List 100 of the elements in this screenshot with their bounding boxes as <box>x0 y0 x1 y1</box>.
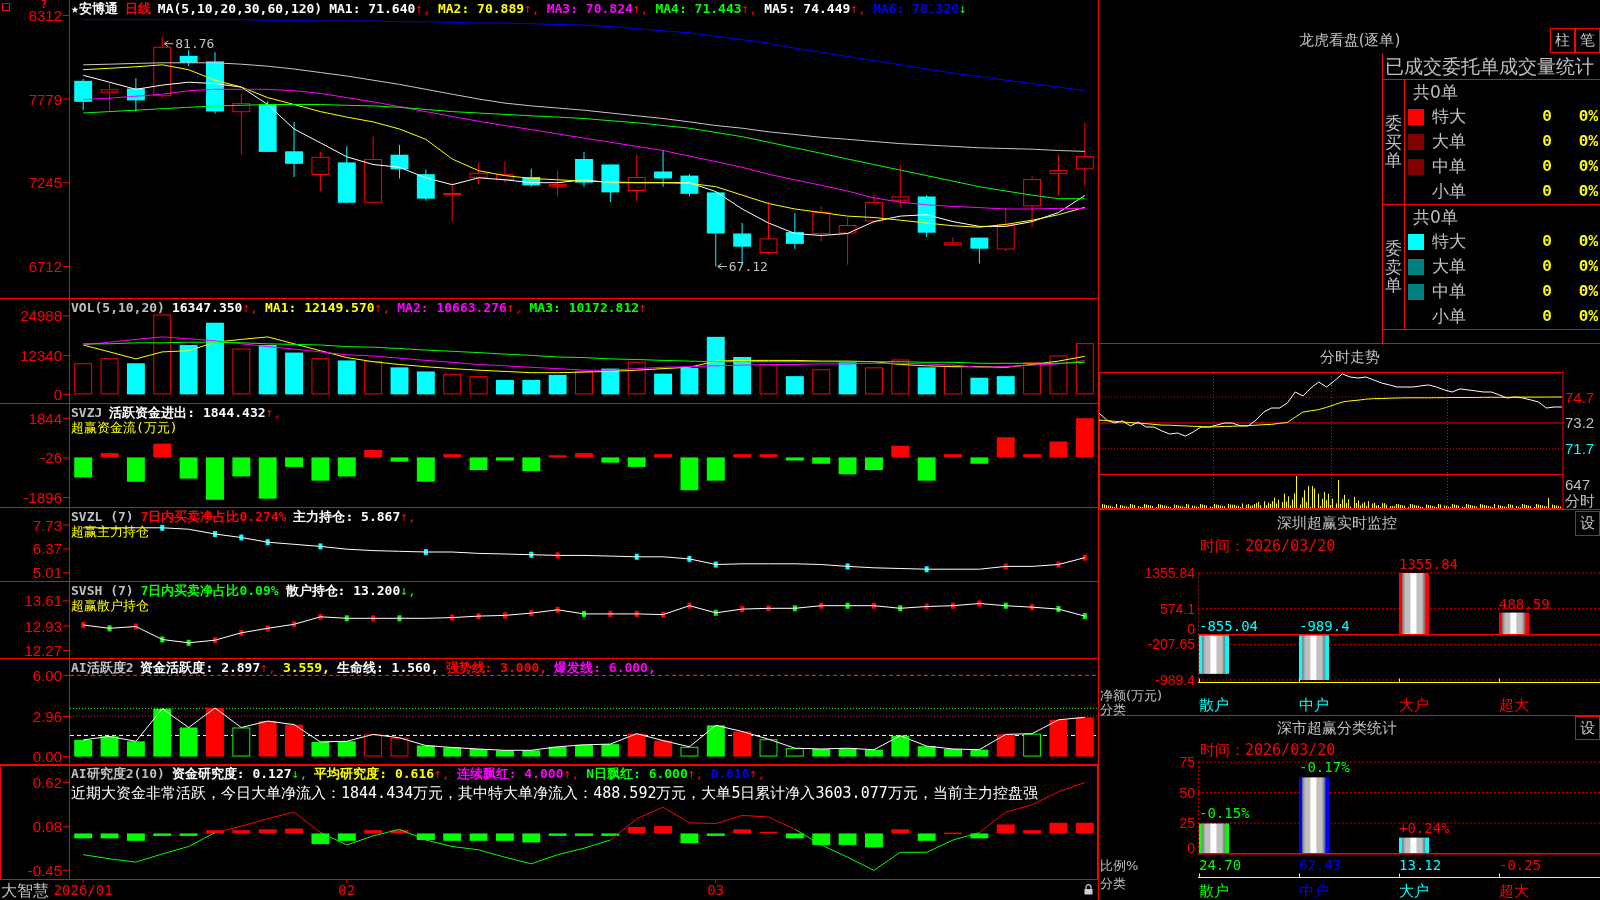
indicator-label: MA1: 71.640 <box>329 1 416 16</box>
indicator-bar <box>126 457 145 482</box>
indicator-bar <box>627 457 646 467</box>
indicator-bar <box>522 457 541 472</box>
indicator-bar <box>785 833 804 839</box>
indicator-bar <box>601 833 620 836</box>
value-label: 488.59 <box>1499 595 1550 612</box>
value-label: -0.25 <box>1499 857 1542 873</box>
indicator-bar <box>74 363 93 395</box>
signal-marker <box>476 613 481 620</box>
indicator-bar <box>469 457 488 471</box>
candlestick <box>759 201 778 255</box>
indicator-label: MA6: 78.320 <box>872 1 960 16</box>
signal-marker <box>265 539 270 546</box>
indicator-bar <box>390 830 409 834</box>
indicator-bar <box>627 733 646 757</box>
indicator-bar <box>1075 717 1094 757</box>
signal-marker <box>977 600 982 607</box>
view-toggle-button[interactable]: 柱 <box>1550 28 1575 53</box>
indicator-label: 强势线: 3.000, <box>445 660 548 675</box>
settings-button[interactable]: 设 <box>1575 716 1600 740</box>
axis-label: 24988 <box>20 307 62 325</box>
trend-arrow: ↑, <box>563 766 580 781</box>
square-icon[interactable] <box>2 3 10 11</box>
indicator-bar <box>258 345 277 395</box>
indicator-bar <box>469 376 488 395</box>
indicator-bar <box>337 833 356 841</box>
axis-title: 净额(万元) <box>1100 687 1163 703</box>
category-label: 中户 <box>1299 882 1329 900</box>
indicator-label: 3.559, <box>282 660 330 675</box>
indicator-subtitle: 超赢资金流(万元) <box>71 420 178 435</box>
signal-marker <box>582 610 586 617</box>
lock-icon[interactable] <box>1084 884 1093 895</box>
candlestick <box>258 100 277 153</box>
indicator-bar <box>1075 418 1094 458</box>
indicator-bar <box>706 833 725 836</box>
view-toggle-button[interactable]: 笔 <box>1575 28 1600 53</box>
signal-marker <box>898 605 903 612</box>
indicator-bar <box>1023 454 1042 458</box>
indicator-bar <box>416 833 435 840</box>
price-scale-label: 73.2 <box>1565 414 1595 432</box>
signal-marker <box>1003 563 1008 570</box>
axis-label: 6712 <box>28 257 62 275</box>
indicator-bar <box>1049 822 1068 834</box>
signal-marker <box>1082 613 1087 620</box>
indicator-bar <box>285 457 303 467</box>
indicator-label: SVZL (7) <box>71 509 134 524</box>
category-bar <box>1199 634 1229 674</box>
indicator-bar <box>548 746 567 757</box>
trend-arrow: ↑, <box>242 300 259 315</box>
candlestick <box>601 163 620 203</box>
value-label: 62.43 <box>1299 857 1342 873</box>
indicator-bar <box>258 721 277 757</box>
indicator-bar <box>917 833 936 841</box>
candlestick <box>944 236 962 246</box>
indicator-bar <box>416 457 435 482</box>
category-label: 超大 <box>1499 696 1529 714</box>
indicator-bar <box>838 748 857 757</box>
candlestick <box>1075 122 1094 186</box>
signal-marker <box>713 609 718 616</box>
table-title: 已成交委托单成交量统计 <box>1383 53 1600 80</box>
signal-marker <box>792 605 797 612</box>
indicator-bar <box>285 352 303 395</box>
indicator-bar <box>443 454 462 458</box>
signal-marker <box>529 551 534 558</box>
indicator-bar <box>74 457 93 478</box>
settings-button[interactable]: 设 <box>1575 510 1600 536</box>
indicator-bar <box>548 833 567 836</box>
indicator-bar <box>74 739 93 757</box>
order-count: 0 <box>1541 107 1553 126</box>
indicator-bar <box>311 833 330 845</box>
indicator-label: 日线 <box>124 1 151 16</box>
signal-marker <box>1056 561 1061 568</box>
indicator-label: MA3: 10172.812 <box>529 300 640 315</box>
axis-label: 1844 <box>28 409 62 427</box>
indicator-bar <box>575 833 593 836</box>
candlestick <box>179 49 198 67</box>
indicator-bar <box>153 708 172 757</box>
indicator-bar <box>680 457 699 491</box>
candlestick <box>654 150 673 188</box>
value-label: 1355.84 <box>1399 556 1458 572</box>
indicator-bar <box>232 457 251 477</box>
order-size-label: 小单 <box>1432 180 1467 203</box>
change-label: -0.17% <box>1299 759 1350 776</box>
indicator-bar <box>495 457 514 461</box>
indicator-label: 0.616 <box>710 766 750 781</box>
indicator-bar <box>100 736 119 757</box>
order-total: 共0单 <box>1413 207 1458 227</box>
indicator-label: 7日内买卖净占比0.274% <box>140 509 287 524</box>
indicator-label: 平均研究度: 0.616 <box>314 766 435 781</box>
indicator-bar <box>1075 343 1094 395</box>
indicator-bar <box>258 829 277 834</box>
indicator-label: 活跃资金进出: 1844.432 <box>109 405 266 420</box>
indicator-bar <box>654 373 673 395</box>
trend-arrow: ↑, <box>524 1 540 16</box>
indicator-label: 16347.350 <box>171 300 243 315</box>
signal-marker <box>160 636 165 643</box>
signal-marker <box>740 606 745 613</box>
indicator-bar <box>865 833 883 848</box>
indicator-bar <box>522 750 541 757</box>
